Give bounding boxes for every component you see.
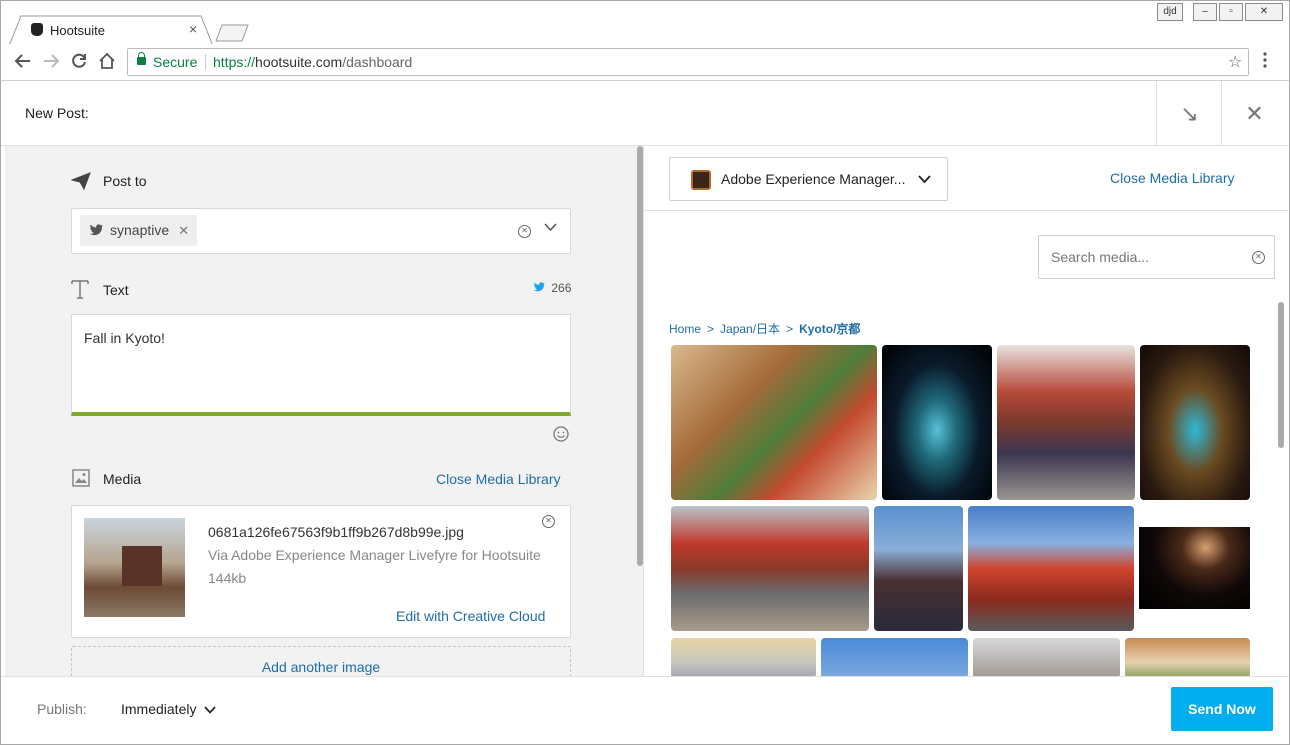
add-another-image-button[interactable]: Add another image bbox=[71, 646, 571, 676]
media-tile[interactable] bbox=[1125, 638, 1250, 676]
breadcrumb-japan[interactable]: Japan/日本 bbox=[720, 322, 780, 336]
breadcrumb-separator: > bbox=[786, 322, 794, 336]
media-label: Media bbox=[103, 471, 142, 487]
new-tab-button[interactable] bbox=[215, 24, 251, 42]
menu-icon[interactable] bbox=[1263, 52, 1267, 73]
compose-panel: Post to synaptive ✕ ✕ Text 266 Fall in K… bbox=[5, 146, 643, 676]
media-tile[interactable] bbox=[671, 638, 816, 676]
breadcrumb-home[interactable]: Home bbox=[669, 322, 701, 336]
minimize-composer-button[interactable]: ↘ bbox=[1156, 81, 1222, 146]
media-filename: 0681a126fe67563f9b1ff9b267d8b99e.jpg bbox=[208, 524, 464, 540]
user-profile-badge[interactable]: djd bbox=[1157, 3, 1183, 21]
hootsuite-owl-icon bbox=[31, 23, 43, 36]
browser-tabstrip: Hootsuite × djd ‒ ▫ ✕ bbox=[0, 0, 1290, 46]
library-scrollbar[interactable] bbox=[1278, 302, 1284, 448]
publish-timing-dropdown[interactable]: Immediately bbox=[121, 701, 216, 717]
send-now-button[interactable]: Send Now bbox=[1171, 687, 1273, 731]
url-scheme: https:// bbox=[213, 54, 256, 70]
window-restore-icon[interactable]: ▫ bbox=[1219, 3, 1243, 21]
media-source-dropdown[interactable]: Adobe Experience Manager... bbox=[669, 157, 948, 201]
tab-title: Hootsuite bbox=[50, 23, 105, 38]
profile-selector[interactable]: synaptive ✕ ✕ bbox=[71, 208, 571, 254]
forward-icon[interactable] bbox=[41, 52, 61, 75]
composer-footer: Publish: Immediately Send Now bbox=[1, 676, 1289, 744]
star-icon[interactable]: ☆ bbox=[1228, 52, 1242, 72]
remove-media-icon[interactable]: ✕ bbox=[542, 515, 555, 528]
profile-chip[interactable]: synaptive ✕ bbox=[80, 215, 198, 247]
paper-plane-icon bbox=[70, 172, 91, 193]
media-library-panel: Adobe Experience Manager... Close Media … bbox=[643, 146, 1289, 676]
close-media-library-link[interactable]: Close Media Library bbox=[436, 471, 561, 487]
clear-profiles-icon[interactable]: ✕ bbox=[518, 225, 531, 238]
reload-icon[interactable] bbox=[69, 52, 89, 75]
twitter-counter-icon bbox=[533, 281, 548, 295]
window-minimize-icon[interactable]: ‒ bbox=[1193, 3, 1217, 21]
publish-chevron-down-icon bbox=[204, 701, 216, 717]
emoji-icon[interactable] bbox=[553, 426, 569, 445]
hootsuite-composer: New Post: ↘ ✕ Post to synaptive ✕ ✕ Text bbox=[0, 81, 1290, 745]
page-title: New Post: bbox=[25, 105, 89, 121]
breadcrumb-kyoto: Kyoto/京都 bbox=[799, 322, 861, 336]
character-count: 266 bbox=[551, 281, 572, 295]
composer-header: New Post: ↘ ✕ bbox=[1, 81, 1289, 146]
media-tile[interactable] bbox=[821, 638, 968, 676]
media-source: Via Adobe Experience Manager Livefyre fo… bbox=[208, 547, 541, 563]
media-tile[interactable] bbox=[997, 345, 1135, 500]
chevron-down-icon[interactable] bbox=[544, 221, 557, 235]
publish-label: Publish: bbox=[37, 701, 87, 717]
media-tile[interactable] bbox=[1140, 345, 1250, 500]
browser-toolbar: Secure https://hootsuite.com/dashboard ☆ bbox=[0, 44, 1290, 81]
url-text[interactable]: https://hootsuite.com/dashboard bbox=[213, 54, 412, 70]
tab-close-icon[interactable]: × bbox=[189, 21, 197, 37]
media-search-box[interactable]: ✕ bbox=[1038, 235, 1275, 279]
add-another-image-label: Add another image bbox=[261, 659, 381, 675]
lock-icon bbox=[137, 52, 146, 65]
media-tile[interactable] bbox=[968, 506, 1134, 631]
media-tile[interactable] bbox=[973, 638, 1120, 676]
clear-search-icon[interactable]: ✕ bbox=[1252, 251, 1265, 264]
media-tile[interactable] bbox=[1139, 527, 1250, 609]
remove-profile-icon[interactable]: ✕ bbox=[178, 215, 189, 246]
media-tile[interactable] bbox=[874, 506, 963, 631]
post-to-label: Post to bbox=[103, 173, 147, 189]
library-divider bbox=[644, 210, 1289, 211]
home-icon[interactable] bbox=[97, 52, 117, 75]
close-composer-button[interactable]: ✕ bbox=[1221, 81, 1287, 146]
media-tile[interactable] bbox=[882, 345, 992, 500]
secure-label: Secure bbox=[153, 54, 198, 70]
text-label: Text bbox=[103, 282, 129, 298]
profile-chip-label: synaptive bbox=[110, 222, 170, 238]
adobe-experience-manager-logo-icon bbox=[691, 170, 711, 190]
media-source-label: Adobe Experience Manager... bbox=[721, 171, 906, 187]
publish-timing-value: Immediately bbox=[121, 701, 197, 717]
media-tile[interactable] bbox=[671, 506, 869, 631]
breadcrumb: Home > Japan/日本 > Kyoto/京都 bbox=[669, 320, 860, 337]
twitter-icon bbox=[89, 215, 103, 247]
media-tile[interactable] bbox=[671, 345, 877, 500]
character-counter: 266 bbox=[533, 281, 571, 295]
window-close-icon[interactable]: ✕ bbox=[1245, 3, 1283, 21]
media-attachment-card: 0681a126fe67563f9b1ff9b267d8b99e.jpg Via… bbox=[71, 505, 571, 638]
edit-with-creative-cloud-link[interactable]: Edit with Creative Cloud bbox=[396, 608, 545, 624]
address-bar[interactable]: Secure https://hootsuite.com/dashboard ☆ bbox=[127, 48, 1249, 76]
close-media-library-button[interactable]: Close Media Library bbox=[1110, 170, 1235, 186]
breadcrumb-separator: > bbox=[707, 322, 715, 336]
post-text-input[interactable]: Fall in Kyoto! bbox=[71, 314, 571, 416]
text-icon bbox=[71, 279, 89, 302]
address-separator bbox=[205, 54, 206, 70]
media-size: 144kb bbox=[208, 570, 247, 586]
image-icon bbox=[72, 469, 90, 490]
url-path: /dashboard bbox=[342, 54, 413, 70]
source-chevron-down-icon bbox=[918, 173, 931, 187]
media-thumbnail bbox=[84, 518, 185, 617]
media-search-input[interactable] bbox=[1040, 237, 1245, 277]
back-icon[interactable] bbox=[13, 52, 33, 75]
post-text-value: Fall in Kyoto! bbox=[84, 330, 165, 346]
url-host: hootsuite.com bbox=[255, 54, 343, 70]
